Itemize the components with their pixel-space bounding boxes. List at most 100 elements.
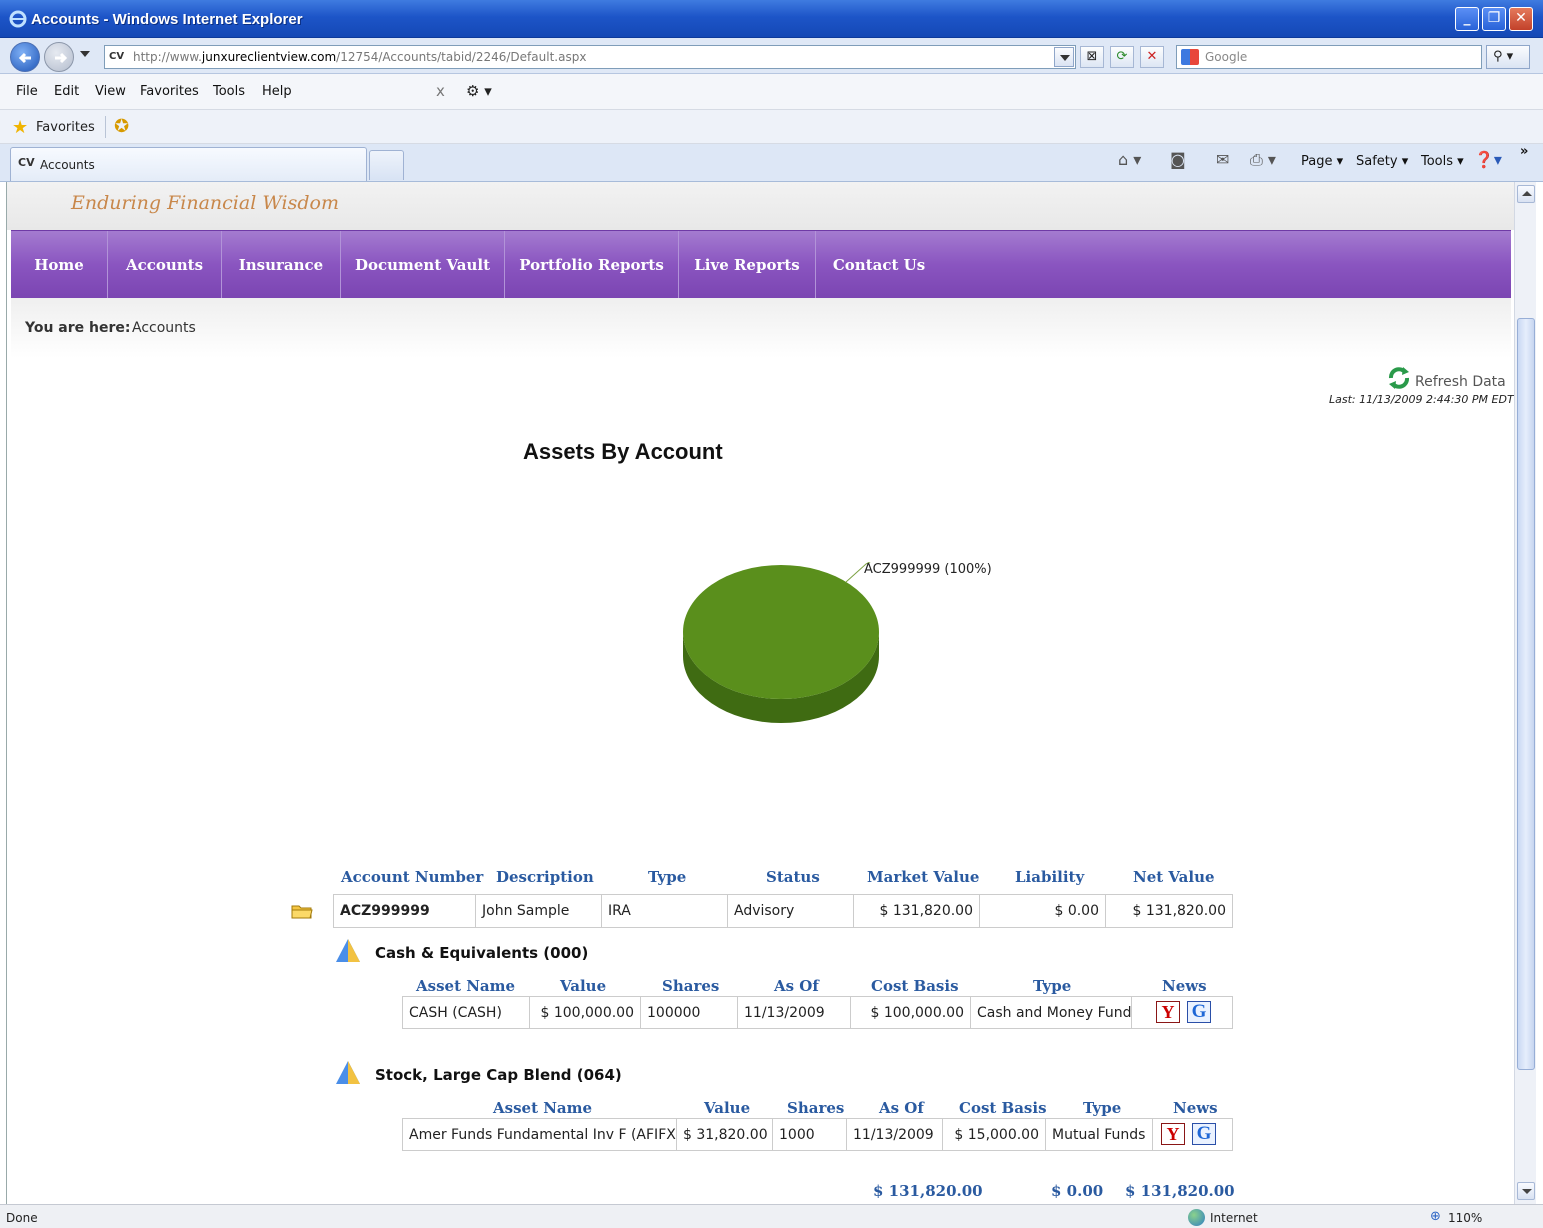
address-bar: CV http://www.junxureclientview.com/1275… xyxy=(0,38,1543,74)
stop-icon[interactable]: ✕ xyxy=(1140,46,1164,68)
nav-live-reports[interactable]: Live Reports xyxy=(679,231,816,299)
yahoo-news-icon[interactable]: Y xyxy=(1156,1001,1180,1023)
favorites-bar: ★ Favorites ✪ xyxy=(0,110,1543,144)
history-dropdown-icon[interactable] xyxy=(80,51,90,57)
page-menu-label: Page xyxy=(1301,154,1333,169)
last-updated: Last: 11/13/2009 2:44:30 PM EDT xyxy=(1329,393,1514,406)
col-news: News xyxy=(1173,1099,1218,1117)
feeds-icon[interactable]: ◙ xyxy=(1170,150,1186,169)
menu-tools[interactable]: Tools xyxy=(213,84,245,99)
table-row[interactable]: CASH (CASH) $ 100,000.00 100000 11/13/20… xyxy=(402,996,1233,1029)
col-value: Value xyxy=(704,1099,751,1117)
search-input[interactable]: Google xyxy=(1176,45,1482,69)
menu-favorites[interactable]: Favorites xyxy=(140,84,199,99)
close-button[interactable]: ✕ xyxy=(1509,7,1533,31)
internet-zone-icon xyxy=(1188,1209,1205,1226)
google-news-icon[interactable]: G xyxy=(1192,1123,1216,1145)
address-dropdown-button[interactable] xyxy=(1054,47,1074,67)
asset-cost-basis-cell: $ 100,000.00 xyxy=(851,997,971,1028)
col-asset-type: Type xyxy=(1083,1099,1122,1117)
col-account-number: Account Number xyxy=(341,868,484,886)
mail-icon[interactable]: ✉ xyxy=(1216,150,1229,169)
asset-name-cell: CASH (CASH) xyxy=(403,997,530,1028)
google-search-icon xyxy=(1181,49,1199,65)
menu-view[interactable]: View xyxy=(95,84,126,99)
more-commands-icon[interactable]: » xyxy=(1520,144,1528,159)
asset-type-cell: Cash and Money Funds xyxy=(971,997,1132,1028)
col-description: Description xyxy=(496,868,594,886)
status-text: Done xyxy=(6,1211,38,1225)
home-icon[interactable]: ⌂ ▾ xyxy=(1118,150,1141,169)
help-icon[interactable]: ❓▾ xyxy=(1474,150,1502,169)
nav-document-vault[interactable]: Document Vault xyxy=(341,231,505,299)
account-number-cell: ACZ999999 xyxy=(334,895,476,927)
breadcrumb-current: Accounts xyxy=(132,320,196,336)
liability-cell: $ 0.00 xyxy=(980,895,1106,927)
zoom-level[interactable]: 110% xyxy=(1448,1211,1482,1225)
section-title: Cash & Equivalents (000) xyxy=(375,944,589,962)
refresh-data-link[interactable]: Refresh Data xyxy=(1415,374,1506,390)
favorites-star-icon[interactable]: ★ xyxy=(12,117,28,138)
zoom-icon[interactable]: ⊕ xyxy=(1430,1209,1441,1224)
tools-menu[interactable]: Tools ▾ xyxy=(1421,154,1464,169)
back-arrow-icon xyxy=(18,52,31,64)
asset-as-of-cell: 11/13/2009 xyxy=(847,1119,943,1150)
asset-shares-cell: 1000 xyxy=(773,1119,847,1150)
asset-as-of-cell: 11/13/2009 xyxy=(738,997,851,1028)
toolbar-close-icon[interactable]: x xyxy=(436,82,445,100)
tab-bar: CV Accounts ⌂ ▾ ◙ ✉ ⎙ ▾ Page ▾ Safety ▾ … xyxy=(0,144,1543,182)
favorites-button[interactable]: Favorites xyxy=(36,120,95,135)
maximize-button[interactable]: ❐ xyxy=(1482,7,1506,31)
toolbar-addon-icon[interactable]: ⚙ ▾ xyxy=(466,82,492,100)
table-row[interactable]: Amer Funds Fundamental Inv F (AFIFX) $ 3… xyxy=(402,1118,1233,1151)
ie-logo-icon xyxy=(9,10,27,28)
col-status: Status xyxy=(766,868,820,886)
pie-slice[interactable] xyxy=(683,565,879,699)
minimize-button[interactable]: _ xyxy=(1455,7,1479,31)
section-expand-icon[interactable] xyxy=(333,936,363,964)
scroll-down-button[interactable] xyxy=(1517,1182,1535,1200)
total-market-value: $ 131,820.00 xyxy=(873,1182,983,1200)
tab-accounts[interactable]: CV Accounts xyxy=(10,147,367,181)
vertical-scrollbar[interactable] xyxy=(1514,182,1536,1204)
section-title: Stock, Large Cap Blend (064) xyxy=(375,1066,622,1084)
menu-edit[interactable]: Edit xyxy=(54,84,79,99)
nav-accounts[interactable]: Accounts xyxy=(108,231,222,299)
total-net-value: $ 131,820.00 xyxy=(1125,1182,1235,1200)
col-cost-basis: Cost Basis xyxy=(959,1099,1047,1117)
new-tab-button[interactable] xyxy=(369,150,404,180)
print-icon[interactable]: ⎙ ▾ xyxy=(1250,150,1276,170)
scroll-up-button[interactable] xyxy=(1517,185,1535,203)
nav-portfolio-reports[interactable]: Portfolio Reports xyxy=(505,231,679,299)
nav-contact-us[interactable]: Contact Us xyxy=(816,231,942,299)
site-banner: Enduring Financial Wisdom xyxy=(7,182,1514,230)
asset-value-cell: $ 31,820.00 xyxy=(677,1119,773,1150)
scroll-thumb[interactable] xyxy=(1517,318,1535,1070)
add-favorite-icon[interactable]: ✪ xyxy=(114,116,129,137)
nav-insurance[interactable]: Insurance xyxy=(222,231,341,299)
market-value-cell: $ 131,820.00 xyxy=(854,895,980,927)
safety-menu[interactable]: Safety ▾ xyxy=(1356,154,1408,169)
forward-button[interactable] xyxy=(44,42,74,72)
folder-icon[interactable] xyxy=(291,902,313,920)
menu-help[interactable]: Help xyxy=(262,84,292,99)
refresh-data-icon[interactable] xyxy=(1385,366,1415,390)
menu-file[interactable]: File xyxy=(16,84,38,99)
back-button[interactable] xyxy=(10,42,40,72)
compatibility-view-icon[interactable]: ⊠ xyxy=(1080,46,1104,68)
asset-type-cell: Mutual Funds xyxy=(1046,1119,1153,1150)
yahoo-news-icon[interactable]: Y xyxy=(1161,1123,1185,1145)
refresh-icon[interactable]: ⟳ xyxy=(1110,46,1134,68)
address-input[interactable]: CV http://www.junxureclientview.com/1275… xyxy=(104,45,1076,69)
search-button[interactable]: ⚲ ▾ xyxy=(1486,45,1530,69)
asset-value-cell: $ 100,000.00 xyxy=(530,997,641,1028)
col-as-of: As Of xyxy=(879,1099,924,1117)
nav-home[interactable]: Home xyxy=(11,231,108,299)
breadcrumb-label: You are here: xyxy=(25,320,131,336)
tab-label: Accounts xyxy=(40,158,95,172)
page-menu[interactable]: Page ▾ xyxy=(1301,154,1343,169)
table-row[interactable]: ACZ999999 John Sample IRA Advisory $ 131… xyxy=(333,894,1233,928)
google-news-icon[interactable]: G xyxy=(1187,1001,1211,1023)
section-expand-icon[interactable] xyxy=(333,1058,363,1086)
site-tagline: Enduring Financial Wisdom xyxy=(71,192,339,214)
